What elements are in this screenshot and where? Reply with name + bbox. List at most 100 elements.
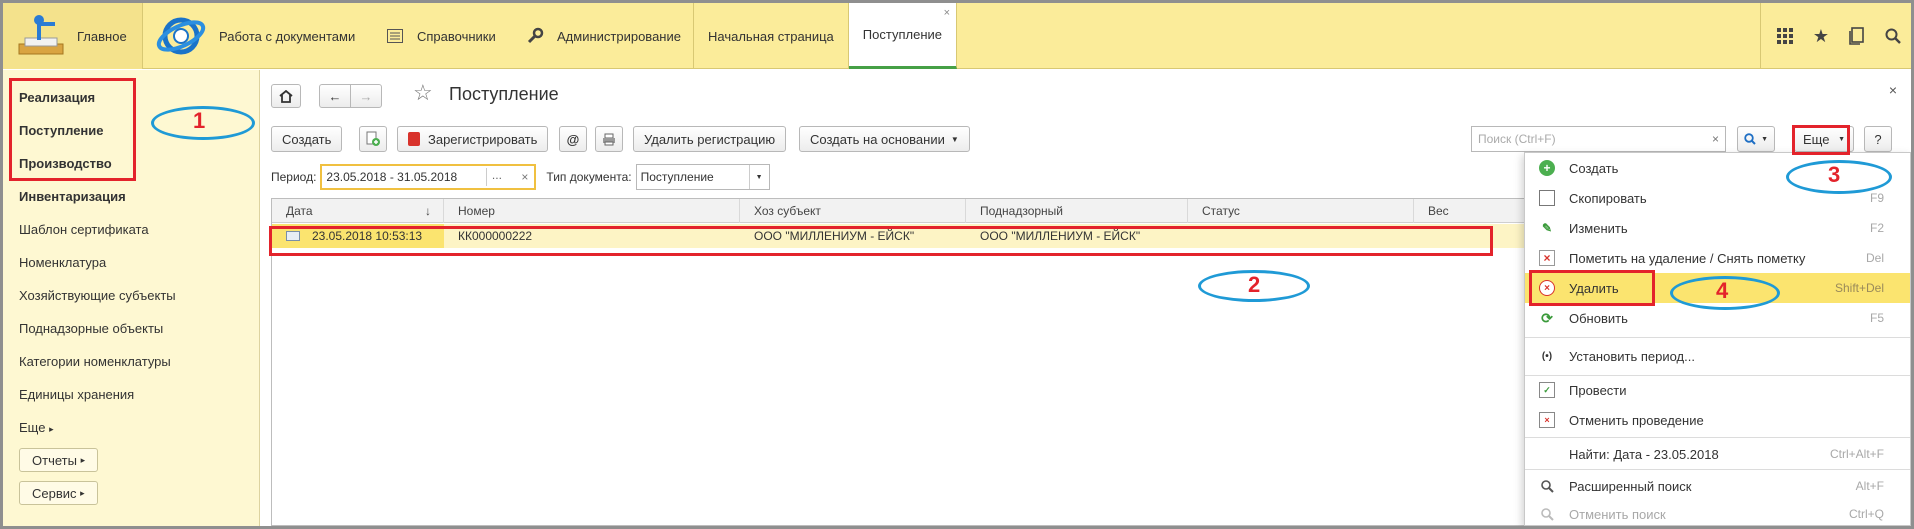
section-references[interactable]: Справочники	[385, 3, 496, 69]
tab-receipt[interactable]: Поступление ×	[848, 3, 957, 69]
filter-bar: Период: 23.05.2018 - 31.05.2018 ... × Ти…	[271, 162, 770, 192]
menu-item-edit[interactable]: ✎ Изменить F2	[1525, 213, 1910, 243]
annotation-number-3: 3	[1828, 162, 1841, 187]
service-button[interactable]: Сервис ▸	[19, 481, 98, 505]
menu-item-mark-delete[interactable]: × Пометить на удаление / Снять пометку D…	[1525, 243, 1910, 273]
sidebar-item-storage-units[interactable]: Единицы хранения	[19, 387, 134, 402]
annotation-box-4	[1529, 270, 1655, 306]
tab-home-page[interactable]: Начальная страница	[694, 3, 849, 69]
create-button[interactable]: Создать	[271, 126, 343, 152]
email-button[interactable]: @	[559, 126, 587, 152]
menu-item-shortcut: Alt+F	[1855, 479, 1884, 493]
triangle-right-icon: ▸	[49, 424, 54, 434]
doc-type-value: Поступление	[640, 170, 714, 184]
forward-button[interactable]: →	[350, 84, 382, 108]
section-admin[interactable]: Администрирование	[525, 3, 681, 69]
menu-item-label: Создать	[1569, 160, 1619, 176]
annotation-box-1	[9, 78, 136, 181]
clear-search-icon[interactable]: ×	[1712, 132, 1719, 146]
list-icon	[385, 26, 405, 46]
favorite-star-icon[interactable]: ☆	[413, 80, 433, 106]
dropdown-arrow-icon: ▼	[950, 134, 959, 144]
reports-button[interactable]: Отчеты ▸	[19, 448, 99, 472]
home-button[interactable]	[271, 84, 301, 108]
page-title: Поступление	[449, 84, 559, 104]
column-number[interactable]: Номер	[444, 199, 740, 223]
menu-item-find[interactable]: Найти: Дата - 23.05.2018 Ctrl+Alt+F	[1525, 439, 1910, 469]
column-supervised-label: Поднадзорный	[980, 204, 1064, 218]
dropdown-arrow-icon: ▼	[1761, 135, 1768, 143]
copy-doc-button[interactable]	[359, 126, 387, 152]
period-icon: (•)	[1541, 350, 1553, 362]
apps-grid-icon[interactable]	[1767, 18, 1803, 54]
register-button[interactable]: Зарегистрировать	[397, 126, 549, 152]
column-date[interactable]: Дата ↓	[272, 199, 444, 223]
edit-icon: ✎	[1541, 221, 1553, 235]
doc-type-select[interactable]: Поступление ▼	[635, 164, 770, 190]
menu-item-shortcut: Del	[1865, 251, 1884, 265]
sidebar-more-label: Еще	[19, 420, 46, 435]
close-form-icon[interactable]: ×	[1889, 82, 1897, 98]
period-field[interactable]: 23.05.2018 - 31.05.2018 ... ×	[320, 164, 537, 190]
menu-item-label: Расширенный поиск	[1569, 478, 1692, 494]
period-select-button[interactable]: ...	[486, 168, 506, 186]
service-label: Сервис	[32, 485, 77, 501]
at-sign-icon: @	[566, 131, 580, 147]
search-icon	[1744, 133, 1756, 145]
period-clear-icon[interactable]: ×	[521, 170, 528, 184]
reports-label: Отчеты	[32, 452, 77, 468]
column-status[interactable]: Статус	[1188, 199, 1414, 223]
column-weight-label: Вес	[1428, 204, 1449, 218]
period-label: Период:	[271, 170, 317, 184]
menu-item-label: Отменить поиск	[1569, 506, 1666, 522]
annotation-number-4: 4	[1716, 278, 1729, 303]
back-button[interactable]: ←	[319, 84, 351, 108]
section-main-label: Главное	[77, 28, 127, 44]
sidebar-item-nomenclature[interactable]: Номенклатура	[19, 255, 106, 270]
section-main[interactable]: Главное	[3, 3, 143, 69]
menu-item-unpost[interactable]: × Отменить проведение	[1525, 405, 1910, 435]
menu-item-label: Пометить на удаление / Снять пометку	[1569, 250, 1806, 266]
search-options-button[interactable]: ▼	[1737, 126, 1775, 152]
printer-icon	[603, 133, 615, 145]
sidebar-item-inventory[interactable]: Инвентаризация	[19, 189, 126, 204]
triangle-right-icon: ▸	[80, 487, 85, 498]
home-icon	[279, 89, 293, 103]
menu-item-shortcut: F2	[1869, 221, 1884, 235]
search-input[interactable]: Поиск (Ctrl+F) ×	[1471, 126, 1726, 152]
sidebar-item-certificate-template[interactable]: Шаблон сертификата	[19, 222, 149, 237]
post-icon: ✓	[1539, 382, 1555, 398]
menu-item-shortcut: Ctrl+Alt+F	[1829, 447, 1884, 461]
star-icon[interactable]: ★	[1803, 18, 1839, 54]
column-supervised[interactable]: Поднадзорный	[966, 199, 1188, 223]
menu-item-advanced-search[interactable]: Расширенный поиск Alt+F	[1525, 471, 1910, 501]
help-button[interactable]: ?	[1864, 126, 1892, 152]
delete-registration-button[interactable]: Удалить регистрацию	[633, 126, 787, 152]
print-button[interactable]	[595, 126, 623, 152]
register-icon	[408, 132, 420, 146]
dropdown-arrow-icon: ▼	[748, 165, 769, 189]
search-icon[interactable]	[1875, 18, 1911, 54]
sidebar-item-supervised-objects[interactable]: Поднадзорные объекты	[19, 321, 163, 336]
menu-item-label: Провести	[1569, 382, 1627, 398]
help-label: ?	[1874, 131, 1882, 147]
tab-close-icon[interactable]: ×	[944, 7, 950, 19]
delete-registration-label: Удалить регистрацию	[644, 131, 776, 147]
menu-item-post[interactable]: ✓ Провести	[1525, 375, 1910, 405]
section-documents[interactable]: Работа с документами	[155, 3, 355, 69]
sidebar-item-nomenclature-categories[interactable]: Категории номенклатуры	[19, 354, 171, 369]
menu-item-cancel-search[interactable]: Отменить поиск Ctrl+Q	[1525, 501, 1910, 527]
create-based-on-button[interactable]: Создать на основании ▼	[799, 126, 970, 152]
menu-item-set-period[interactable]: (•) Установить период...	[1525, 341, 1910, 371]
create-based-on-label: Создать на основании	[810, 131, 945, 147]
menu-item-label: Отменить проведение	[1569, 412, 1704, 428]
cancel-search-icon	[1539, 506, 1555, 522]
history-icon[interactable]	[1839, 18, 1875, 54]
sidebar-more[interactable]: Еще ▸	[19, 420, 54, 435]
section-documents-label: Работа с документами	[219, 28, 356, 44]
add-icon: +	[1539, 160, 1555, 176]
menu-item-label: Установить период...	[1569, 348, 1695, 364]
section-admin-label: Администрирование	[557, 28, 681, 44]
sidebar-item-business-entities[interactable]: Хозяйствующие субъекты	[19, 288, 176, 303]
column-business-entity[interactable]: Хоз субъект	[740, 199, 966, 223]
